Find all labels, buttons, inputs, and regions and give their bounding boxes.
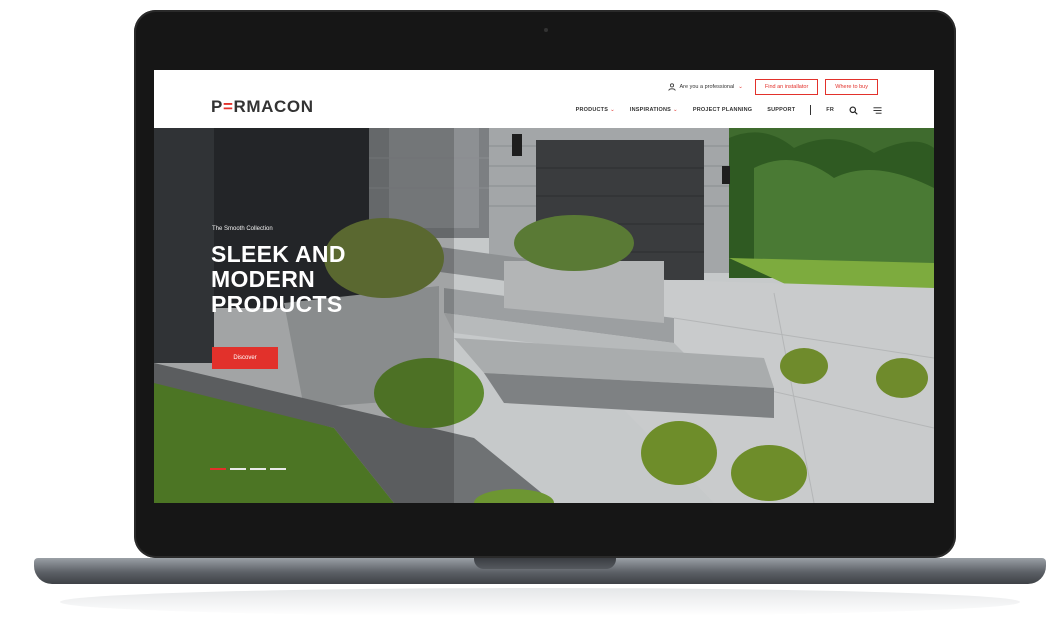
- chevron-down-icon: ⌄: [610, 107, 615, 113]
- chevron-down-icon: ⌄: [673, 107, 678, 113]
- nav-item-inspirations[interactable]: INSPIRATIONS ⌄: [630, 107, 678, 113]
- laptop-reflection: [60, 588, 1020, 616]
- carousel-dot[interactable]: [270, 468, 286, 470]
- carousel-dot[interactable]: [210, 468, 226, 470]
- hero-title: SLEEK AND MODERN PRODUCTS: [211, 241, 346, 317]
- professional-label: Are you a professional: [679, 84, 735, 90]
- chevron-down-icon: ⌄: [738, 84, 743, 90]
- nav-item-project-planning[interactable]: PROJECT PLANNING: [693, 107, 752, 113]
- utility-bar: Are you a professional ⌄ Find an install…: [667, 79, 878, 95]
- where-to-buy-button[interactable]: Where to buy: [825, 79, 878, 95]
- carousel-dot[interactable]: [250, 468, 266, 470]
- nav-item-products[interactable]: PRODUCTS ⌄: [576, 107, 615, 113]
- permacon-logo[interactable]: P=RMACON: [211, 97, 314, 117]
- webcam: [544, 28, 548, 32]
- hero-kicker: The Smooth Collection: [212, 226, 273, 232]
- find-installer-button[interactable]: Find an installator: [754, 79, 819, 95]
- menu-icon[interactable]: [873, 106, 882, 115]
- site-header: P=RMACON Are you a professional ⌄ Find a…: [154, 70, 934, 128]
- user-icon: [667, 83, 676, 91]
- search-icon[interactable]: [849, 105, 858, 115]
- laptop-notch: [474, 558, 616, 569]
- carousel-indicators: [210, 468, 286, 470]
- professional-link[interactable]: Are you a professional ⌄: [667, 83, 743, 91]
- main-nav: PRODUCTS ⌄ INSPIRATIONS ⌄ PROJECT PLANNING…: [576, 105, 882, 115]
- discover-button[interactable]: Discover: [212, 347, 278, 369]
- language-toggle[interactable]: FR: [826, 107, 834, 113]
- carousel-dot[interactable]: [230, 468, 246, 470]
- laptop-screen: P=RMACON Are you a professional ⌄ Find a…: [154, 70, 934, 503]
- hero-banner: The Smooth Collection SLEEK AND MODERN P…: [154, 128, 934, 503]
- nav-divider: [810, 105, 812, 115]
- nav-item-support[interactable]: SUPPORT: [767, 107, 795, 113]
